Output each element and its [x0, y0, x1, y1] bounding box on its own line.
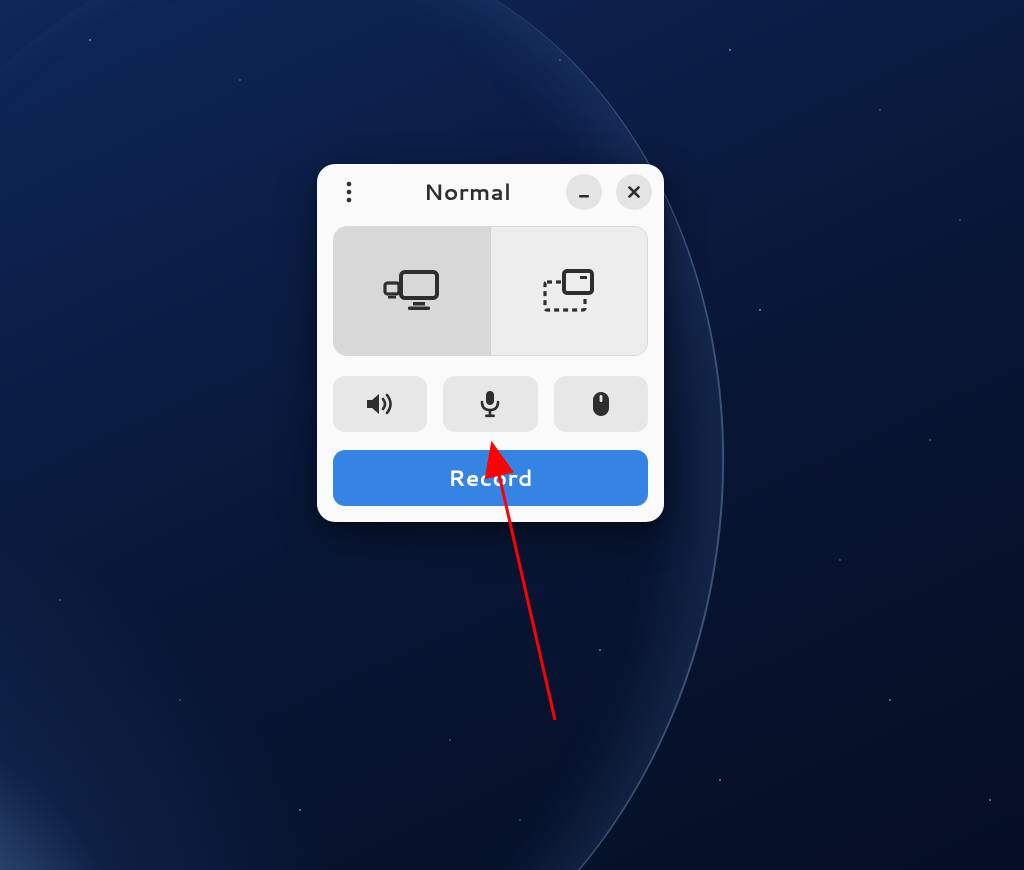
- capture-mode-group: [333, 226, 648, 356]
- close-icon: [626, 184, 642, 200]
- speaker-icon: [365, 391, 395, 417]
- speaker-toggle[interactable]: [333, 376, 427, 432]
- titlebar: Normal: [317, 164, 664, 220]
- capture-mode-screen[interactable]: [334, 227, 490, 355]
- microphone-toggle[interactable]: [443, 376, 537, 432]
- mouse-icon: [591, 390, 611, 418]
- minimize-button[interactable]: [566, 174, 602, 210]
- capture-mode-selection[interactable]: [491, 227, 647, 355]
- window-title: Normal: [369, 177, 566, 208]
- kebab-menu-icon: [346, 180, 352, 204]
- close-button[interactable]: [616, 174, 652, 210]
- options-row: [333, 376, 648, 432]
- monitor-icon: [383, 269, 441, 313]
- desktop-wallpaper: Normal: [0, 0, 1024, 870]
- screen-recorder-window: Normal: [317, 164, 664, 522]
- selection-icon: [542, 269, 596, 313]
- window-controls: [566, 174, 652, 210]
- microphone-icon: [479, 390, 501, 418]
- menu-button[interactable]: [329, 172, 369, 212]
- record-button[interactable]: Record: [333, 450, 648, 506]
- pointer-toggle[interactable]: [554, 376, 648, 432]
- minimize-icon: [576, 184, 592, 200]
- record-button-label: Record: [448, 463, 533, 494]
